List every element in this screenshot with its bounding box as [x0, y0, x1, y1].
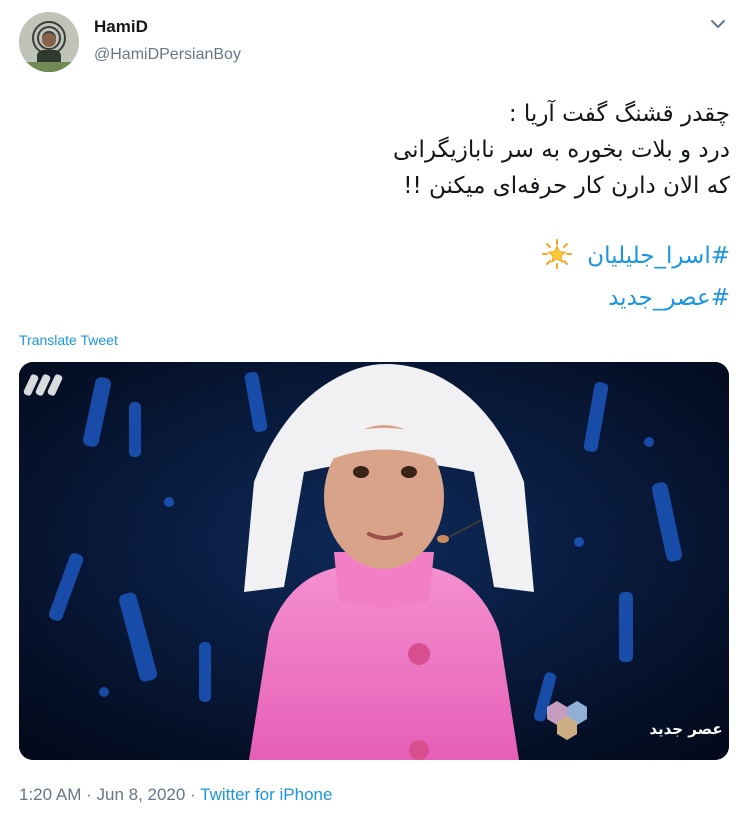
tweet-date[interactable]: Jun 8, 2020 [96, 785, 185, 804]
tweet-text: چقدر قشنگ گفت آریا : درد و بلات بخوره به… [19, 96, 730, 316]
translate-tweet-link[interactable]: Translate Tweet [19, 331, 118, 349]
tweet-metadata: 1:20 AM · Jun 8, 2020 · Twitter for iPho… [19, 784, 332, 806]
tweet-line: درد و بلات بخوره به سر نابازیگرانی [392, 137, 730, 163]
author-name[interactable]: HamiD [94, 16, 148, 38]
tweet-source-link[interactable]: Twitter for iPhone [200, 785, 332, 804]
chevron-down-icon[interactable] [706, 12, 730, 36]
hashtag-link[interactable]: #عصر_جدید [608, 285, 730, 311]
hashtag-link[interactable]: #اسرا_جلیلیان [587, 243, 730, 269]
tv-watermark: عصر جدید [649, 720, 722, 738]
author-handle[interactable]: @HamiDPersianBoy [94, 44, 241, 66]
tweet-card: HamiD @HamiDPersianBoy چقدر قشنگ گفت آری… [0, 0, 748, 817]
tweet-photo[interactable]: عصر جدید [19, 362, 729, 760]
avatar[interactable] [19, 12, 79, 72]
line-break [19, 204, 730, 238]
glowing-star-icon [541, 239, 572, 280]
tweet-time[interactable]: 1:20 AM [19, 785, 81, 804]
tweet-line: که الان دارن کار حرفه‌ای میکنن !! [403, 173, 730, 199]
separator: · [185, 785, 201, 804]
tweet-line: چقدر قشنگ گفت آریا : [508, 101, 730, 127]
separator: · [81, 785, 97, 804]
